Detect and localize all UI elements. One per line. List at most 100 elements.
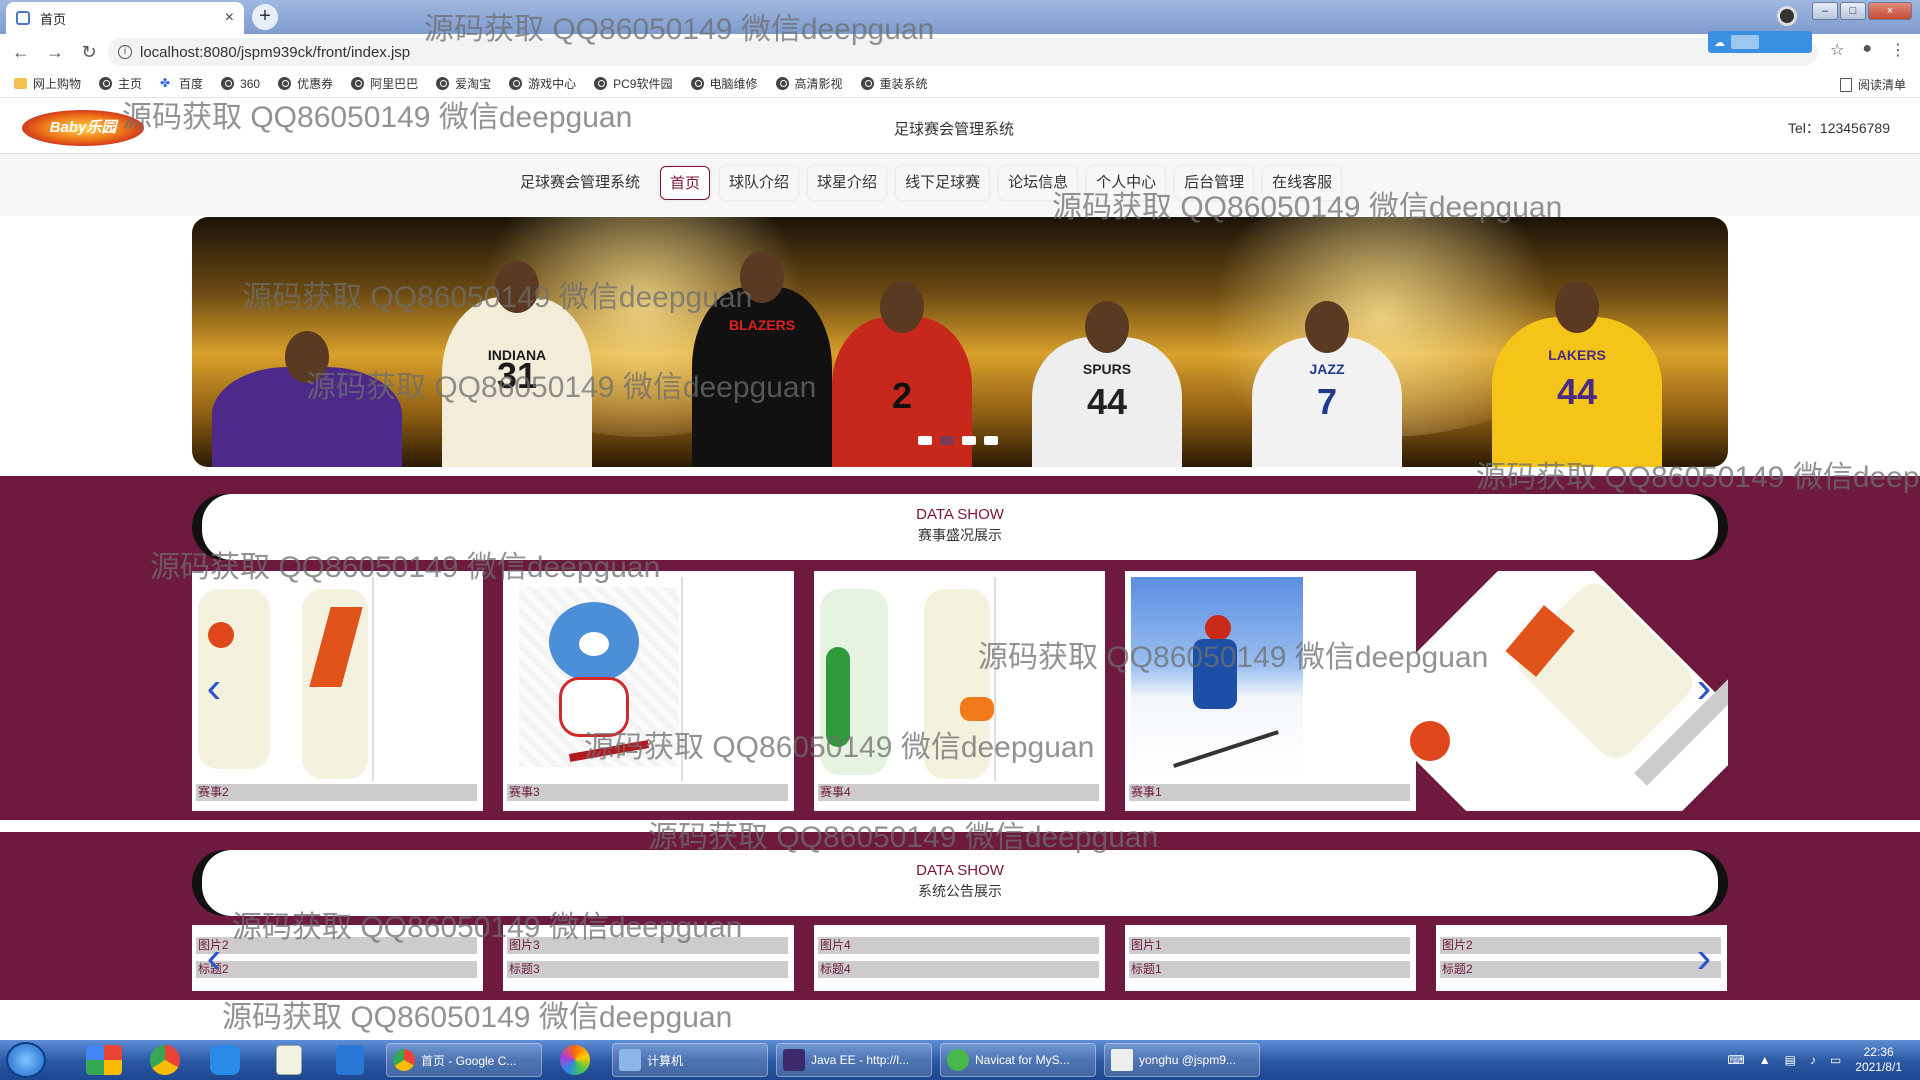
reload-icon[interactable]: ↻ bbox=[76, 39, 102, 65]
bookmark-item[interactable]: 游戏中心 bbox=[509, 75, 576, 92]
address-bar[interactable]: i localhost:8080/jspm939ck/front/index.j… bbox=[108, 38, 1818, 66]
section-header-inner: DATA SHOW 赛事盛况展示 bbox=[202, 494, 1718, 560]
folder-icon bbox=[14, 78, 27, 89]
match-card[interactable]: 赛事2 bbox=[192, 571, 483, 811]
player-head bbox=[495, 261, 539, 313]
prev-arrow-icon[interactable]: ‹ bbox=[196, 936, 232, 984]
nav-stars[interactable]: 球星介绍 bbox=[808, 166, 887, 200]
browser-tab[interactable]: 首页 × bbox=[6, 2, 244, 34]
volume-icon[interactable]: ♪ bbox=[1810, 1053, 1816, 1067]
nav-profile[interactable]: 个人中心 bbox=[1087, 166, 1166, 200]
nav-home[interactable]: 首页 bbox=[660, 166, 711, 200]
nav-brand[interactable]: 足球赛会管理系统 bbox=[510, 166, 651, 200]
maximize-button[interactable]: □ bbox=[1840, 2, 1866, 20]
reading-list-icon bbox=[1839, 77, 1852, 92]
nav-teams[interactable]: 球队介绍 bbox=[720, 166, 799, 200]
account-icon[interactable] bbox=[1777, 6, 1797, 26]
keyboard-icon[interactable]: ⌨ bbox=[1727, 1053, 1744, 1067]
carousel-dot[interactable] bbox=[962, 436, 976, 445]
contact-tel: Tel：123456789 bbox=[1788, 120, 1890, 136]
notice-title: 标题2 bbox=[196, 961, 477, 978]
bookmark-item[interactable]: ✤ 百度 bbox=[160, 75, 203, 92]
bookmarks-bar: 网上购物 主页 ✤ 百度 360 优惠券 阿里巴巴 爱淘宝 游戏中心 PC9软件园… bbox=[0, 70, 1920, 98]
bookmark-item[interactable]: PC9软件园 bbox=[594, 75, 673, 92]
banner-carousel[interactable]: INDIANA 31 BLAZERS 2 SPURS 44 JAZZ 7 LAKERS… bbox=[192, 217, 1728, 467]
nav-forum[interactable]: 论坛信息 bbox=[999, 166, 1078, 200]
globe-icon bbox=[594, 77, 608, 90]
bookmark-item[interactable]: 网上购物 bbox=[14, 75, 81, 92]
menu-kebab-icon[interactable]: ⋮ bbox=[1890, 40, 1906, 60]
chart-app-icon[interactable] bbox=[276, 1045, 302, 1075]
nav-offline-match[interactable]: 线下足球赛 bbox=[896, 166, 990, 200]
nav-support[interactable]: 在线客服 bbox=[1263, 166, 1342, 200]
taskbar-app-eclipse[interactable]: Java EE - http://l... bbox=[776, 1043, 932, 1077]
bookmark-item[interactable]: 重装系统 bbox=[860, 75, 928, 92]
match-card[interactable]: 赛事3 bbox=[503, 571, 794, 811]
forward-arrow-icon[interactable]: → bbox=[42, 39, 68, 65]
jersey-name: JAZZ bbox=[1309, 361, 1345, 377]
start-button[interactable] bbox=[6, 1042, 46, 1078]
reading-list[interactable]: 阅读清单 bbox=[1839, 76, 1906, 93]
taskbar-app-table[interactable]: yonghu @jspm9... bbox=[1104, 1043, 1260, 1077]
tab-title: 首页 bbox=[40, 11, 67, 27]
files-app-icon[interactable] bbox=[336, 1045, 364, 1075]
notice-card[interactable]: 图片2 标题2 bbox=[192, 925, 483, 991]
match-card[interactable]: 赛事4 bbox=[814, 571, 1105, 811]
profile-icon[interactable]: ● bbox=[1862, 40, 1872, 60]
pinned-app-icon[interactable] bbox=[560, 1045, 590, 1075]
prev-arrow-icon[interactable]: ‹ bbox=[196, 666, 232, 714]
decor-ball bbox=[208, 622, 234, 648]
back-arrow-icon[interactable]: ← bbox=[8, 39, 34, 65]
chrome-icon[interactable] bbox=[150, 1045, 180, 1075]
next-arrow-icon[interactable]: › bbox=[1686, 666, 1722, 714]
bookmark-item[interactable]: 电脑维修 bbox=[690, 75, 758, 92]
notice-card[interactable]: 图片1 标题1 bbox=[1125, 925, 1416, 991]
taskbar-app-label: yonghu @jspm9... bbox=[1139, 1053, 1236, 1067]
carousel-dot[interactable] bbox=[984, 436, 998, 445]
notice-card[interactable]: 图片2 标题2 bbox=[1436, 925, 1727, 991]
notice-card[interactable]: 图片3 标题3 bbox=[503, 925, 794, 991]
globe-icon bbox=[351, 77, 365, 90]
taskbar-app-chrome[interactable]: 首页 - Google C... bbox=[386, 1043, 542, 1077]
bookmark-label: 百度 bbox=[179, 77, 204, 91]
bookmark-item[interactable]: 主页 bbox=[99, 75, 142, 92]
app-pinned-icon[interactable] bbox=[86, 1045, 122, 1075]
decor-figure bbox=[960, 697, 994, 721]
minimize-button[interactable]: – bbox=[1812, 2, 1838, 20]
star-bookmark-icon[interactable]: ☆ bbox=[1830, 40, 1844, 60]
close-tab-icon[interactable]: × bbox=[225, 9, 234, 27]
new-tab-button[interactable]: + bbox=[252, 4, 278, 30]
taskbar-clock[interactable]: 22:36 2021/8/1 bbox=[1855, 1045, 1902, 1075]
network-icon[interactable]: ▤ bbox=[1785, 1053, 1796, 1067]
site-info-icon[interactable]: i bbox=[118, 45, 132, 59]
jersey-number: 7 bbox=[1316, 381, 1338, 422]
close-window-button[interactable]: × bbox=[1868, 2, 1912, 20]
player-head bbox=[1085, 301, 1129, 353]
nav-admin[interactable]: 后台管理 bbox=[1175, 166, 1254, 200]
next-arrow-icon[interactable]: › bbox=[1686, 936, 1722, 984]
taskbar-app-computer[interactable]: 计算机 bbox=[612, 1043, 768, 1077]
player-head bbox=[1305, 301, 1349, 353]
show-hidden-icons[interactable]: ▲ bbox=[1759, 1053, 1771, 1067]
bookmark-item[interactable]: 360 bbox=[221, 77, 260, 91]
rotating-card[interactable] bbox=[1380, 571, 1728, 811]
cloud-app-icon[interactable] bbox=[210, 1045, 240, 1075]
decor-panel bbox=[924, 589, 990, 779]
carousel-dot-active[interactable] bbox=[940, 436, 954, 445]
notice-card[interactable]: 图片4 标题4 bbox=[814, 925, 1105, 991]
site-title: 足球赛会管理系统 bbox=[893, 121, 1014, 138]
carousel-indicators bbox=[918, 436, 998, 445]
carousel-dot[interactable] bbox=[918, 436, 932, 445]
card-image bbox=[198, 577, 477, 781]
bookmark-item[interactable]: 阿里巴巴 bbox=[351, 75, 418, 92]
bookmark-item[interactable]: 优惠券 bbox=[278, 75, 333, 92]
player-figure: JAZZ 7 bbox=[1252, 301, 1402, 467]
action-center-icon[interactable]: ▭ bbox=[1830, 1053, 1841, 1067]
jersey-number: 44 bbox=[1556, 371, 1598, 412]
bookmark-item[interactable]: 高清影视 bbox=[775, 75, 843, 92]
extension-badge[interactable]: ☁ bbox=[1708, 31, 1812, 53]
bookmark-item[interactable]: 爱淘宝 bbox=[436, 75, 491, 92]
globe-icon bbox=[509, 77, 523, 90]
match-card[interactable]: 赛事1 bbox=[1125, 571, 1416, 811]
taskbar-app-navicat[interactable]: Navicat for MyS... bbox=[940, 1043, 1096, 1077]
